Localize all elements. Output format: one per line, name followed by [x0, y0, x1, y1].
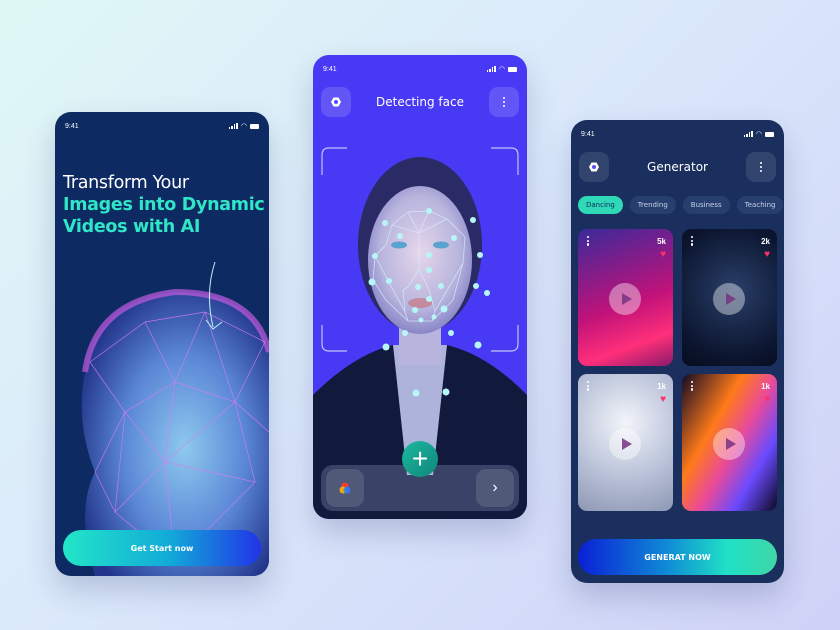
- generate-now-button[interactable]: GENERAT NOW: [578, 539, 777, 575]
- settings-button[interactable]: [579, 152, 609, 182]
- generator-top-bar: Generator: [579, 152, 776, 182]
- generator-title: Generator: [647, 160, 708, 174]
- play-button[interactable]: [713, 283, 745, 315]
- chevron-right-icon: ›: [492, 479, 498, 496]
- wifi-icon: ◠: [498, 66, 505, 73]
- onboarding-screen: 9:41 ◠ Transform Your Images into Dynami…: [55, 112, 269, 576]
- card-menu-icon[interactable]: [587, 236, 590, 246]
- play-button[interactable]: [609, 283, 641, 315]
- like-count: 2k: [761, 237, 770, 246]
- generator-screen: 9:41 ◠ Generator Dancing Trending Busine…: [571, 120, 784, 583]
- headline-line-2: Images into Dynamic: [63, 195, 265, 215]
- status-time: 9:41: [65, 122, 79, 130]
- card-menu-icon[interactable]: [691, 381, 694, 391]
- get-started-button[interactable]: Get Start now: [63, 530, 261, 566]
- video-grid: 5k ♥ 2k ♥ 1k ♥ 1k ♥: [578, 229, 777, 511]
- settings-hex-icon: [589, 162, 599, 172]
- like-count: 1k: [761, 382, 770, 391]
- battery-icon: [508, 66, 517, 72]
- play-button[interactable]: [609, 428, 641, 460]
- detect-title: Detecting face: [376, 95, 464, 109]
- signal-icon: [228, 123, 238, 129]
- play-button[interactable]: [713, 428, 745, 460]
- headline-line-1: Transform Your: [63, 173, 189, 193]
- video-card[interactable]: 2k ♥: [682, 229, 777, 366]
- more-options-button[interactable]: [746, 152, 776, 182]
- chip-teaching[interactable]: Teaching: [736, 196, 784, 214]
- status-time: 9:41: [323, 65, 337, 73]
- video-card[interactable]: 1k ♥: [682, 374, 777, 511]
- video-card[interactable]: 1k ♥: [578, 374, 673, 511]
- detect-top-bar: Detecting face: [321, 87, 519, 117]
- headline: Transform Your Images into Dynamic Video…: [63, 172, 265, 238]
- like-count: 1k: [657, 382, 666, 391]
- settings-hex-icon: [331, 97, 341, 107]
- heart-icon[interactable]: ♥: [764, 395, 770, 405]
- add-button[interactable]: +: [402, 441, 438, 477]
- detect-face-screen: 9:41 ◠ Detecting face + ›: [313, 55, 527, 519]
- like-count: 5k: [657, 237, 666, 246]
- headline-line-3: Videos with AI: [63, 217, 201, 237]
- heart-icon[interactable]: ♥: [764, 250, 770, 260]
- status-bar: 9:41 ◠: [65, 120, 259, 132]
- battery-icon: [765, 131, 774, 137]
- wifi-icon: ◠: [240, 123, 247, 130]
- more-options-button[interactable]: [488, 87, 519, 117]
- plus-icon: +: [411, 443, 429, 474]
- chip-trending[interactable]: Trending: [629, 196, 676, 214]
- settings-button[interactable]: [321, 87, 351, 117]
- status-bar: 9:41 ◠: [323, 63, 517, 75]
- signal-icon: [743, 131, 753, 137]
- next-button[interactable]: ›: [476, 469, 514, 507]
- card-menu-icon[interactable]: [587, 381, 590, 391]
- chip-dancing[interactable]: Dancing: [578, 196, 623, 214]
- more-vertical-icon: [759, 162, 763, 172]
- card-menu-icon[interactable]: [691, 236, 694, 246]
- heart-icon[interactable]: ♥: [660, 250, 666, 260]
- status-time: 9:41: [581, 130, 595, 138]
- chip-business[interactable]: Business: [682, 196, 730, 214]
- gallery-button[interactable]: [326, 469, 364, 507]
- status-bar: 9:41 ◠: [581, 128, 774, 140]
- more-vertical-icon: [502, 97, 506, 107]
- wifi-icon: ◠: [755, 131, 762, 138]
- color-palette-icon: [339, 482, 351, 494]
- video-card[interactable]: 5k ♥: [578, 229, 673, 366]
- signal-icon: [486, 66, 496, 72]
- category-chips: Dancing Trending Business Teaching: [578, 196, 784, 214]
- heart-icon[interactable]: ♥: [660, 395, 666, 405]
- battery-icon: [250, 123, 259, 129]
- statue-face-mesh-illustration: [81, 262, 269, 576]
